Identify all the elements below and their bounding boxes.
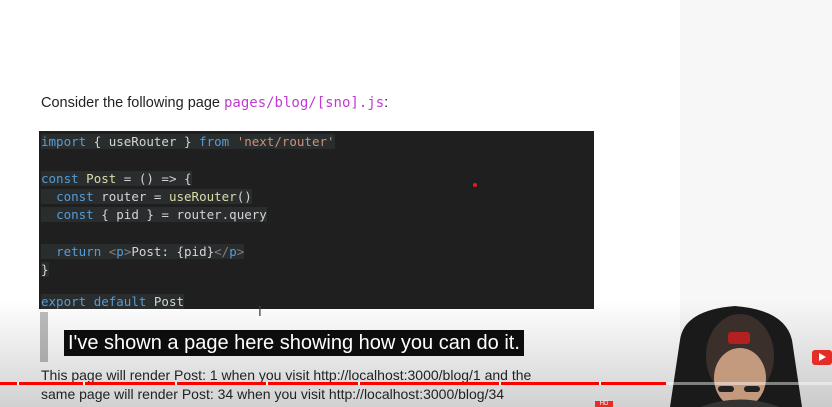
chapter-marker <box>174 382 177 385</box>
cursor-dot <box>473 183 477 187</box>
chapter-marker <box>599 382 602 385</box>
subtitle-caption: I've shown a page here showing how you c… <box>64 330 524 356</box>
youtube-logo-icon[interactable] <box>812 350 832 365</box>
hd-badge: HD <box>595 401 613 407</box>
intro-text: Consider the following page <box>41 95 224 111</box>
video-progress-bar[interactable] <box>0 382 832 385</box>
code-line-3: const Post = () => { <box>41 171 192 186</box>
code-line-1: import { useRouter } from 'next/router' <box>41 134 335 149</box>
code-line-7: return <p>Post: {pid}</p> <box>41 243 245 261</box>
chapter-marker <box>266 382 269 385</box>
code-line-10: export default Post <box>41 294 185 309</box>
intro-line: Consider the following page pages/blog/[… <box>41 95 388 111</box>
paragraph-line-2: same page will render Post: 34 when you … <box>41 386 505 402</box>
chapter-marker <box>357 382 360 385</box>
webcam-overlay <box>640 300 832 407</box>
chapter-marker <box>16 382 19 385</box>
code-line-4: const router = useRouter() <box>41 188 252 206</box>
intro-colon: : <box>384 95 389 111</box>
code-line-5: const { pid } = router.query <box>41 206 267 224</box>
blockquote-bar <box>40 312 48 362</box>
file-path: pages/blog/[sno].js <box>223 95 385 111</box>
chapter-marker <box>83 382 86 385</box>
presenter-video <box>670 306 802 407</box>
paragraph-line-1: This page will render Post: 1 when you v… <box>41 367 532 383</box>
chapter-marker <box>499 382 502 385</box>
code-line-8: } <box>41 262 49 277</box>
code-block: import { useRouter } from 'next/router' … <box>39 131 594 309</box>
text-cursor-icon: I <box>258 305 262 320</box>
video-progress-fill <box>0 382 666 385</box>
